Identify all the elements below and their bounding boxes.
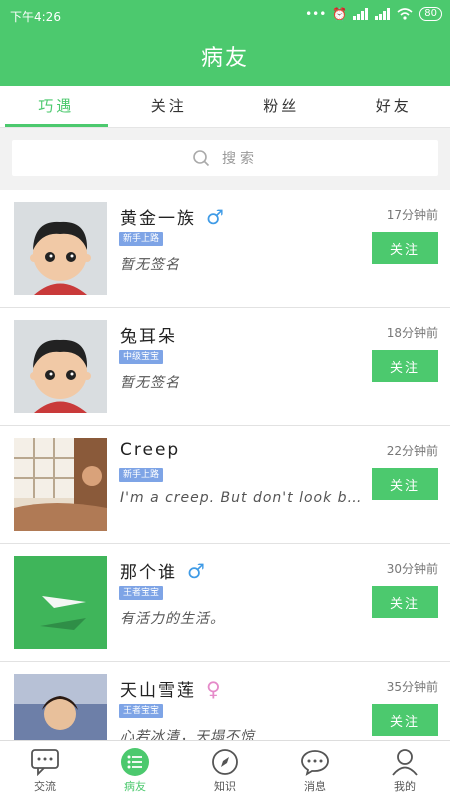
search-icon bbox=[193, 150, 210, 167]
list-item[interactable]: Creep 新手上路 I'm a creep. But don't look b… bbox=[0, 426, 450, 544]
nav-label: 我的 bbox=[394, 780, 416, 793]
status-time: 下午4:26 bbox=[10, 10, 61, 24]
time-ago: 17分钟前 bbox=[386, 208, 438, 222]
level-badge: 新手上路 bbox=[119, 232, 164, 246]
female-icon: ♀ bbox=[206, 676, 223, 701]
avatar[interactable] bbox=[14, 438, 107, 531]
user-name: 黄金一族 bbox=[120, 209, 196, 229]
tab-fans[interactable]: 粉丝 bbox=[225, 86, 338, 127]
user-signature: 暂无签名 bbox=[120, 375, 180, 391]
signal-icon-2 bbox=[375, 8, 391, 20]
time-ago: 35分钟前 bbox=[386, 680, 438, 694]
user-name: 天山雪莲 bbox=[120, 681, 196, 701]
list-item[interactable]: 那个谁 ♂ 王者宝宝 有活力的生活。 30分钟前 关注 bbox=[0, 544, 450, 662]
user-name: 兔耳朵 bbox=[120, 327, 177, 347]
search-placeholder: 搜索 bbox=[222, 151, 258, 167]
avatar[interactable] bbox=[14, 320, 107, 413]
follow-button[interactable]: 关注 bbox=[372, 350, 438, 382]
compass-icon bbox=[212, 749, 238, 775]
follow-button[interactable]: 关注 bbox=[372, 468, 438, 500]
list-item[interactable]: 兔耳朵 中级宝宝 暂无签名 18分钟前 关注 bbox=[0, 308, 450, 426]
tab-following[interactable]: 关注 bbox=[113, 86, 226, 127]
avatar[interactable] bbox=[14, 674, 107, 740]
alarm-icon: ⏰ bbox=[332, 7, 348, 21]
time-ago: 22分钟前 bbox=[386, 444, 438, 458]
more-dots-icon: ••• bbox=[305, 7, 327, 21]
message-icon bbox=[301, 750, 329, 776]
level-badge: 王者宝宝 bbox=[119, 704, 164, 718]
battery-indicator: 80 bbox=[419, 7, 442, 21]
tab-encounter[interactable]: 巧遇 bbox=[0, 86, 113, 127]
user-name-row: 天山雪莲 ♀ bbox=[120, 676, 223, 702]
chat-icon bbox=[31, 749, 59, 776]
user-name-row: 黄金一族 ♂ bbox=[120, 204, 226, 230]
nav-item-patients[interactable]: 病友 bbox=[90, 741, 180, 800]
user-signature: I'm a creep. But don't look b… bbox=[120, 490, 363, 506]
nav-item-communicate[interactable]: 交流 bbox=[0, 741, 90, 800]
level-badge: 王者宝宝 bbox=[119, 586, 164, 600]
nav-item-me[interactable]: 我的 bbox=[360, 741, 450, 800]
status-bar: 下午4:26 ••• ⏰ 80 bbox=[0, 0, 450, 30]
status-icons: ••• ⏰ 80 bbox=[305, 7, 442, 21]
person-icon bbox=[392, 749, 418, 776]
nav-label: 交流 bbox=[34, 780, 56, 793]
user-name: Creep bbox=[120, 440, 181, 460]
signal-icon bbox=[353, 8, 369, 20]
user-signature: 暂无签名 bbox=[120, 257, 180, 273]
level-badge: 新手上路 bbox=[119, 468, 164, 482]
nav-label: 病友 bbox=[124, 780, 146, 793]
user-signature: 心若冰清，天塌不惊 bbox=[120, 729, 255, 740]
avatar[interactable] bbox=[14, 556, 107, 649]
level-badge: 中级宝宝 bbox=[119, 350, 164, 364]
search-area: 搜索 bbox=[0, 128, 450, 190]
follow-button[interactable]: 关注 bbox=[372, 704, 438, 736]
tab-friends[interactable]: 好友 bbox=[338, 86, 450, 127]
search-input[interactable]: 搜索 bbox=[12, 140, 438, 176]
list-item[interactable]: 天山雪莲 ♀ 王者宝宝 心若冰清，天塌不惊 35分钟前 关注 bbox=[0, 662, 450, 740]
user-name: 那个谁 bbox=[120, 563, 177, 583]
user-name-row: 兔耳朵 bbox=[120, 322, 177, 347]
list-item[interactable]: 黄金一族 ♂ 新手上路 暂无签名 17分钟前 关注 bbox=[0, 190, 450, 308]
nav-label: 消息 bbox=[304, 780, 326, 793]
nav-item-messages[interactable]: 消息 bbox=[270, 741, 360, 800]
nav-label: 知识 bbox=[214, 780, 236, 793]
list-icon bbox=[121, 748, 149, 776]
male-icon: ♂ bbox=[206, 204, 226, 229]
nav-item-knowledge[interactable]: 知识 bbox=[180, 741, 270, 800]
user-signature: 有活力的生活。 bbox=[120, 611, 225, 627]
user-name-row: 那个谁 ♂ bbox=[120, 558, 207, 584]
male-icon: ♂ bbox=[187, 558, 207, 583]
bottom-nav: 交流 病友 知识 消息 我的 bbox=[0, 740, 450, 800]
tab-bar: 巧遇 关注 粉丝 好友 bbox=[0, 86, 450, 128]
user-name-row: Creep bbox=[120, 440, 180, 460]
wifi-icon bbox=[397, 8, 413, 20]
follow-button[interactable]: 关注 bbox=[372, 232, 438, 264]
app-header: 下午4:26 ••• ⏰ 80 病友 bbox=[0, 0, 450, 86]
user-list: 黄金一族 ♂ 新手上路 暂无签名 17分钟前 关注 兔耳朵 中级宝宝 暂无签名 … bbox=[0, 190, 450, 740]
avatar[interactable] bbox=[14, 202, 107, 295]
time-ago: 30分钟前 bbox=[386, 562, 438, 576]
page-title: 病友 bbox=[200, 46, 249, 71]
time-ago: 18分钟前 bbox=[386, 326, 438, 340]
follow-button[interactable]: 关注 bbox=[372, 586, 438, 618]
